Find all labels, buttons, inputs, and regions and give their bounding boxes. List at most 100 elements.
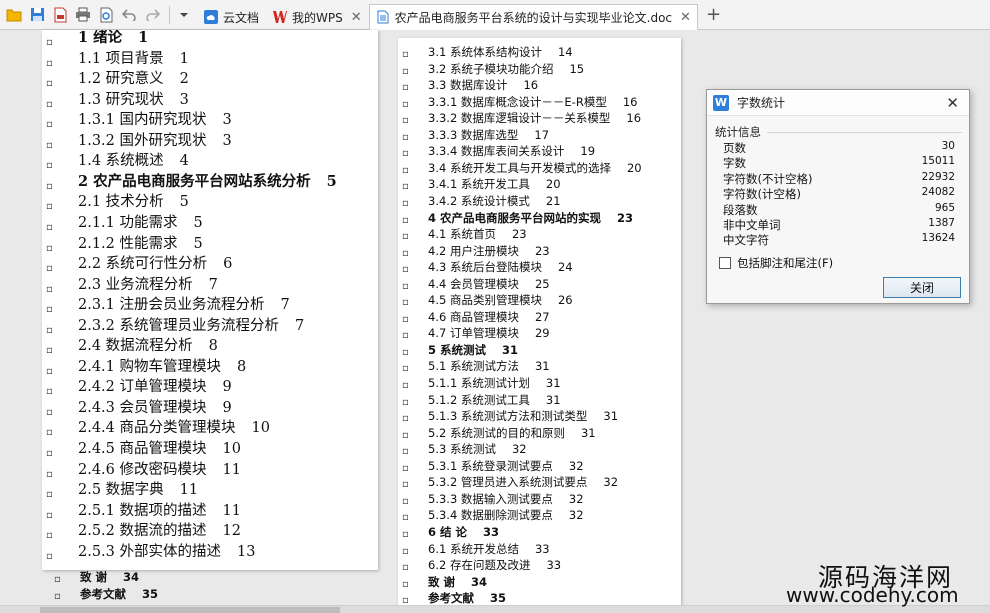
stat-value: 13624 [921, 232, 955, 245]
tab-my-wps[interactable]: 我的WPS ✕ [266, 4, 369, 30]
toc-entry-text: 4.2 用户注册模块 23 [428, 243, 550, 259]
toc-page-number: 31 [603, 409, 619, 424]
toc-entry-text: 1.3 研究现状 3 [78, 90, 189, 110]
toc-title: 1.4 系统概述 [78, 153, 164, 170]
tab-document[interactable]: 农产品电商服务平台系统的设计与实现毕业论文.doc ✕ [368, 3, 698, 30]
toc-entry-text: 参考文献 35 [428, 590, 506, 606]
toc-title: 1.1 项目背景 [78, 50, 164, 67]
list-bullet-icon: ▫ [46, 119, 53, 131]
wps-app-icon: W [713, 94, 729, 111]
list-bullet-icon: ▫ [46, 448, 53, 459]
list-bullet-icon: ▫ [46, 427, 53, 439]
scrollbar-thumb[interactable] [40, 607, 340, 613]
close-icon[interactable]: ✕ [946, 94, 959, 112]
list-bullet-icon: ▫ [46, 78, 53, 90]
toc-title: 5.1.1 系统测试计划 [428, 376, 530, 390]
open-folder-icon[interactable] [4, 5, 24, 25]
toc-title: 1.3.1 国内研究现状 [78, 112, 207, 129]
stat-row: 页数 30 [723, 140, 955, 155]
toc-entry-text: 2.4.3 会员管理模块 9 [78, 398, 232, 418]
toc-title: 参考文献 [80, 587, 126, 601]
toc-entry-text: 2.5.3 外部实体的描述 13 [78, 542, 255, 562]
close-button[interactable]: 关闭 [883, 277, 961, 298]
toc-title: 2.5.2 数据流的描述 [78, 523, 207, 540]
toc-entry-text: 5.1 系统测试方法 31 [428, 358, 550, 374]
list-bullet-icon: ▫ [46, 57, 53, 69]
toc-page-number: 32 [568, 491, 584, 506]
toc-page-number: 31 [545, 376, 561, 390]
toc-entry-text: 4.3 系统后台登陆模块 24 [428, 259, 573, 275]
toc-title: 4.7 订单管理模块 [428, 326, 519, 341]
toc-entry-text: 2.2 系统可行性分析 6 [78, 254, 232, 274]
toc-page-number: 20 [626, 160, 642, 175]
list-bullet-icon: ▫ [46, 489, 53, 501]
toc-entry-text: 6 结 论 33 [428, 524, 499, 540]
toc-entry-text: 1 绪论 1 [78, 30, 148, 48]
list-bullet-icon: ▫ [46, 160, 53, 172]
list-bullet-icon: ▫ [54, 574, 61, 585]
list-bullet-icon: ▫ [46, 201, 53, 213]
toc-title: 2.4.2 订单管理模块 [78, 379, 207, 396]
toc-entry-text: 2 农产品电商服务平台网站系统分析 5 [78, 172, 337, 192]
toc-title: 2.4.6 修改密码模块 [78, 461, 207, 478]
toc-page-number: 2 [179, 71, 189, 88]
wps-window: 云文档 我的WPS ✕ 农产品电商服务平台系统的设计与实现毕业论文.doc ✕ … [0, 0, 990, 613]
quick-access-toolbar [0, 0, 197, 30]
tab-label: 我的WPS [292, 10, 343, 25]
list-bullet-icon: ▫ [402, 413, 409, 425]
document-page-left[interactable]: ▫ 1 绪论 1 ▫ 1.1 项目背景 1 ▫ 1.2 研究意义 2 ▫ 1.3 研究现状 3 ▫ 1.3… [42, 30, 378, 570]
toc-title: 2.1 技术分析 [78, 194, 164, 211]
toc-entry-text: 5.2 系统测试的目的和原则 31 [428, 425, 596, 441]
toc-page-number: 34 [471, 574, 488, 589]
toc-page-number: 33 [483, 524, 500, 539]
redo-icon[interactable] [142, 5, 162, 25]
toc-entry-text: 3.4.2 系统设计模式 21 [428, 193, 561, 209]
list-bullet-icon: ▫ [46, 324, 53, 336]
checkbox-box[interactable] [719, 257, 731, 269]
toc-title: 参考文献 [428, 591, 474, 606]
toc-entry-text: 5 系统测试 31 [428, 342, 518, 358]
close-icon[interactable]: ✕ [680, 10, 691, 25]
include-footnotes-checkbox[interactable]: 包括脚注和尾注(F) [719, 255, 833, 271]
list-bullet-icon: ▫ [402, 313, 409, 325]
toc-page-number: 7 [295, 317, 305, 334]
save-icon[interactable] [27, 5, 47, 25]
list-bullet-icon: ▫ [46, 365, 53, 377]
stat-label: 中文字符 [723, 233, 769, 248]
toc-page-number: 1 [179, 50, 189, 67]
toc-entry-text: 3.4.1 系统开发工具 20 [428, 176, 561, 192]
toc-title: 1.3.2 国外研究现状 [78, 132, 207, 149]
toc-page-number: 23 [511, 227, 527, 242]
list-bullet-icon: ▫ [402, 49, 409, 60]
toc-entry-text: 3.3.2 数据库逻辑设计－－关系模型 16 [428, 110, 641, 126]
list-bullet-icon: ▫ [46, 550, 53, 562]
stat-value: 1387 [928, 217, 955, 229]
toc-page-number: 29 [534, 326, 550, 341]
export-pdf-icon[interactable] [50, 5, 70, 25]
toc-title: 5.1.2 系统测试工具 [428, 392, 530, 407]
toc-entry-text: 4 农产品电商服务平台网站的实现 23 [428, 210, 633, 226]
toc-entry-text: 2.4.2 订单管理模块 9 [78, 377, 232, 397]
new-tab-button[interactable]: + [706, 4, 721, 25]
toc-entry-text: 5.3 系统测试 32 [428, 441, 527, 457]
tab-cloud-docs[interactable]: 云文档 [197, 4, 266, 30]
list-bullet-icon: ▫ [402, 164, 409, 176]
stat-row: 字符数(不计空格) 22932 [723, 171, 955, 186]
toc-title: 2.4.1 购物车管理模块 [78, 358, 222, 375]
toc-title: 2.5.3 外部实体的描述 [78, 543, 222, 560]
document-page-right[interactable]: ▫ 3.1 系统体系结构设计 14 ▫ 3.2 系统子模块功能介绍 15 ▫ 3.3 数据库设… [398, 38, 681, 610]
list-bullet-icon: ▫ [46, 530, 53, 542]
toc-entry-text: 3.3.1 数据库概念设计－－E-R模型 16 [428, 94, 637, 110]
stat-row: 字数 15011 [723, 155, 955, 170]
list-bullet-icon: ▫ [46, 180, 53, 192]
toc-title: 4.2 用户注册模块 [428, 243, 519, 258]
tab-label: 云文档 [223, 10, 260, 25]
print-preview-icon[interactable] [96, 5, 116, 25]
chevron-down-icon[interactable] [174, 5, 194, 25]
print-icon[interactable] [73, 5, 93, 25]
toc-title: 2.4.4 商品分类管理模块 [78, 420, 236, 437]
close-icon[interactable]: ✕ [351, 10, 362, 25]
toc-page-number: 6 [223, 256, 233, 273]
toc-page-number: 8 [237, 358, 247, 375]
undo-icon[interactable] [119, 5, 139, 25]
